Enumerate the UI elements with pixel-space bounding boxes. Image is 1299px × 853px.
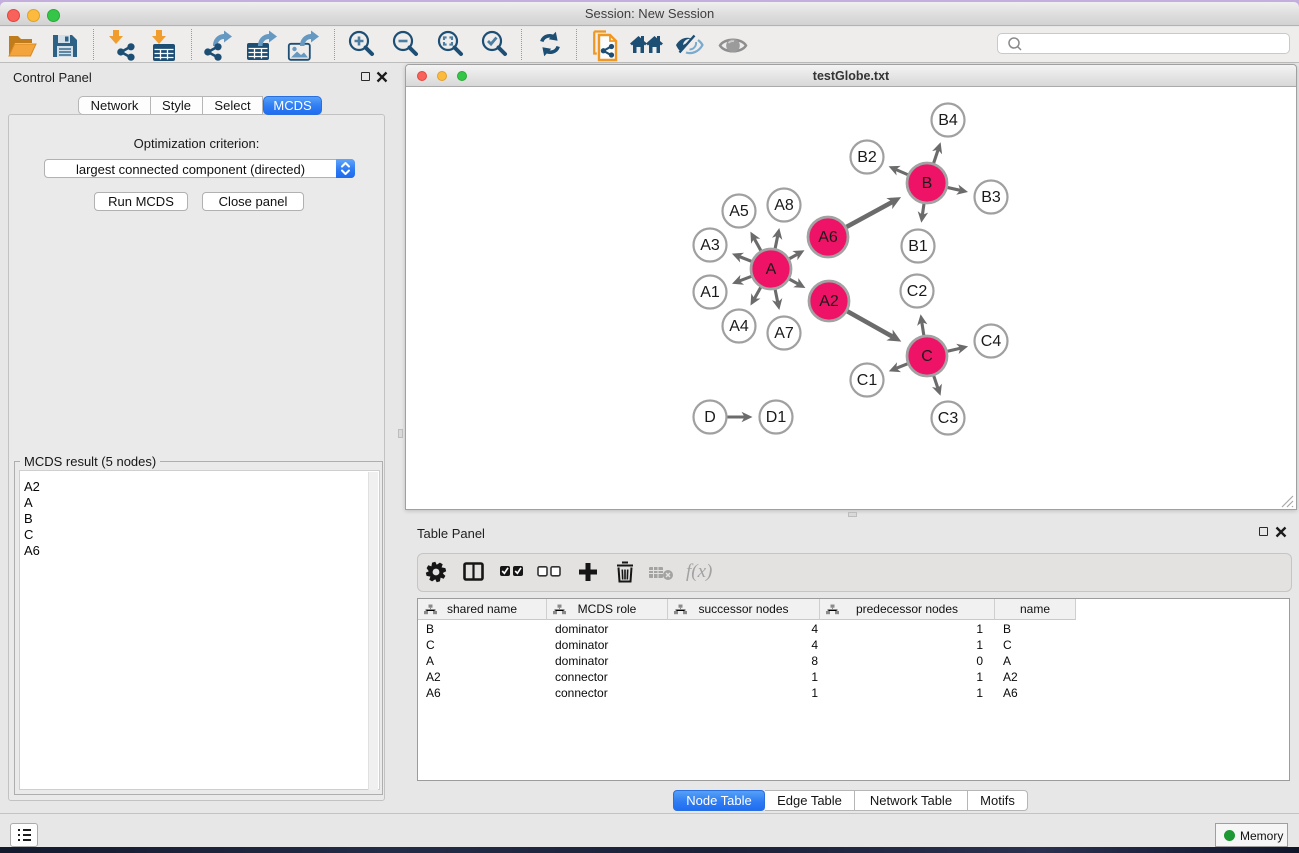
svg-text:B: B <box>922 175 933 192</box>
svg-text:D: D <box>704 409 716 426</box>
svg-text:D1: D1 <box>766 409 787 426</box>
svg-text:C3: C3 <box>938 410 959 427</box>
svg-text:A5: A5 <box>729 203 749 220</box>
svg-text:C: C <box>921 348 933 365</box>
svg-text:A4: A4 <box>729 318 749 335</box>
svg-text:A: A <box>766 261 777 278</box>
svg-text:A2: A2 <box>819 293 839 310</box>
svg-text:B1: B1 <box>908 238 928 255</box>
svg-text:B3: B3 <box>981 189 1001 206</box>
svg-text:C2: C2 <box>907 283 928 300</box>
svg-text:A1: A1 <box>700 284 720 301</box>
svg-text:C1: C1 <box>857 372 878 389</box>
svg-text:A8: A8 <box>774 197 794 214</box>
svg-text:A3: A3 <box>700 237 720 254</box>
svg-text:A6: A6 <box>818 229 838 246</box>
svg-text:A7: A7 <box>774 325 794 342</box>
svg-text:B4: B4 <box>938 112 958 129</box>
svg-text:B2: B2 <box>857 149 877 166</box>
svg-text:C4: C4 <box>981 333 1002 350</box>
